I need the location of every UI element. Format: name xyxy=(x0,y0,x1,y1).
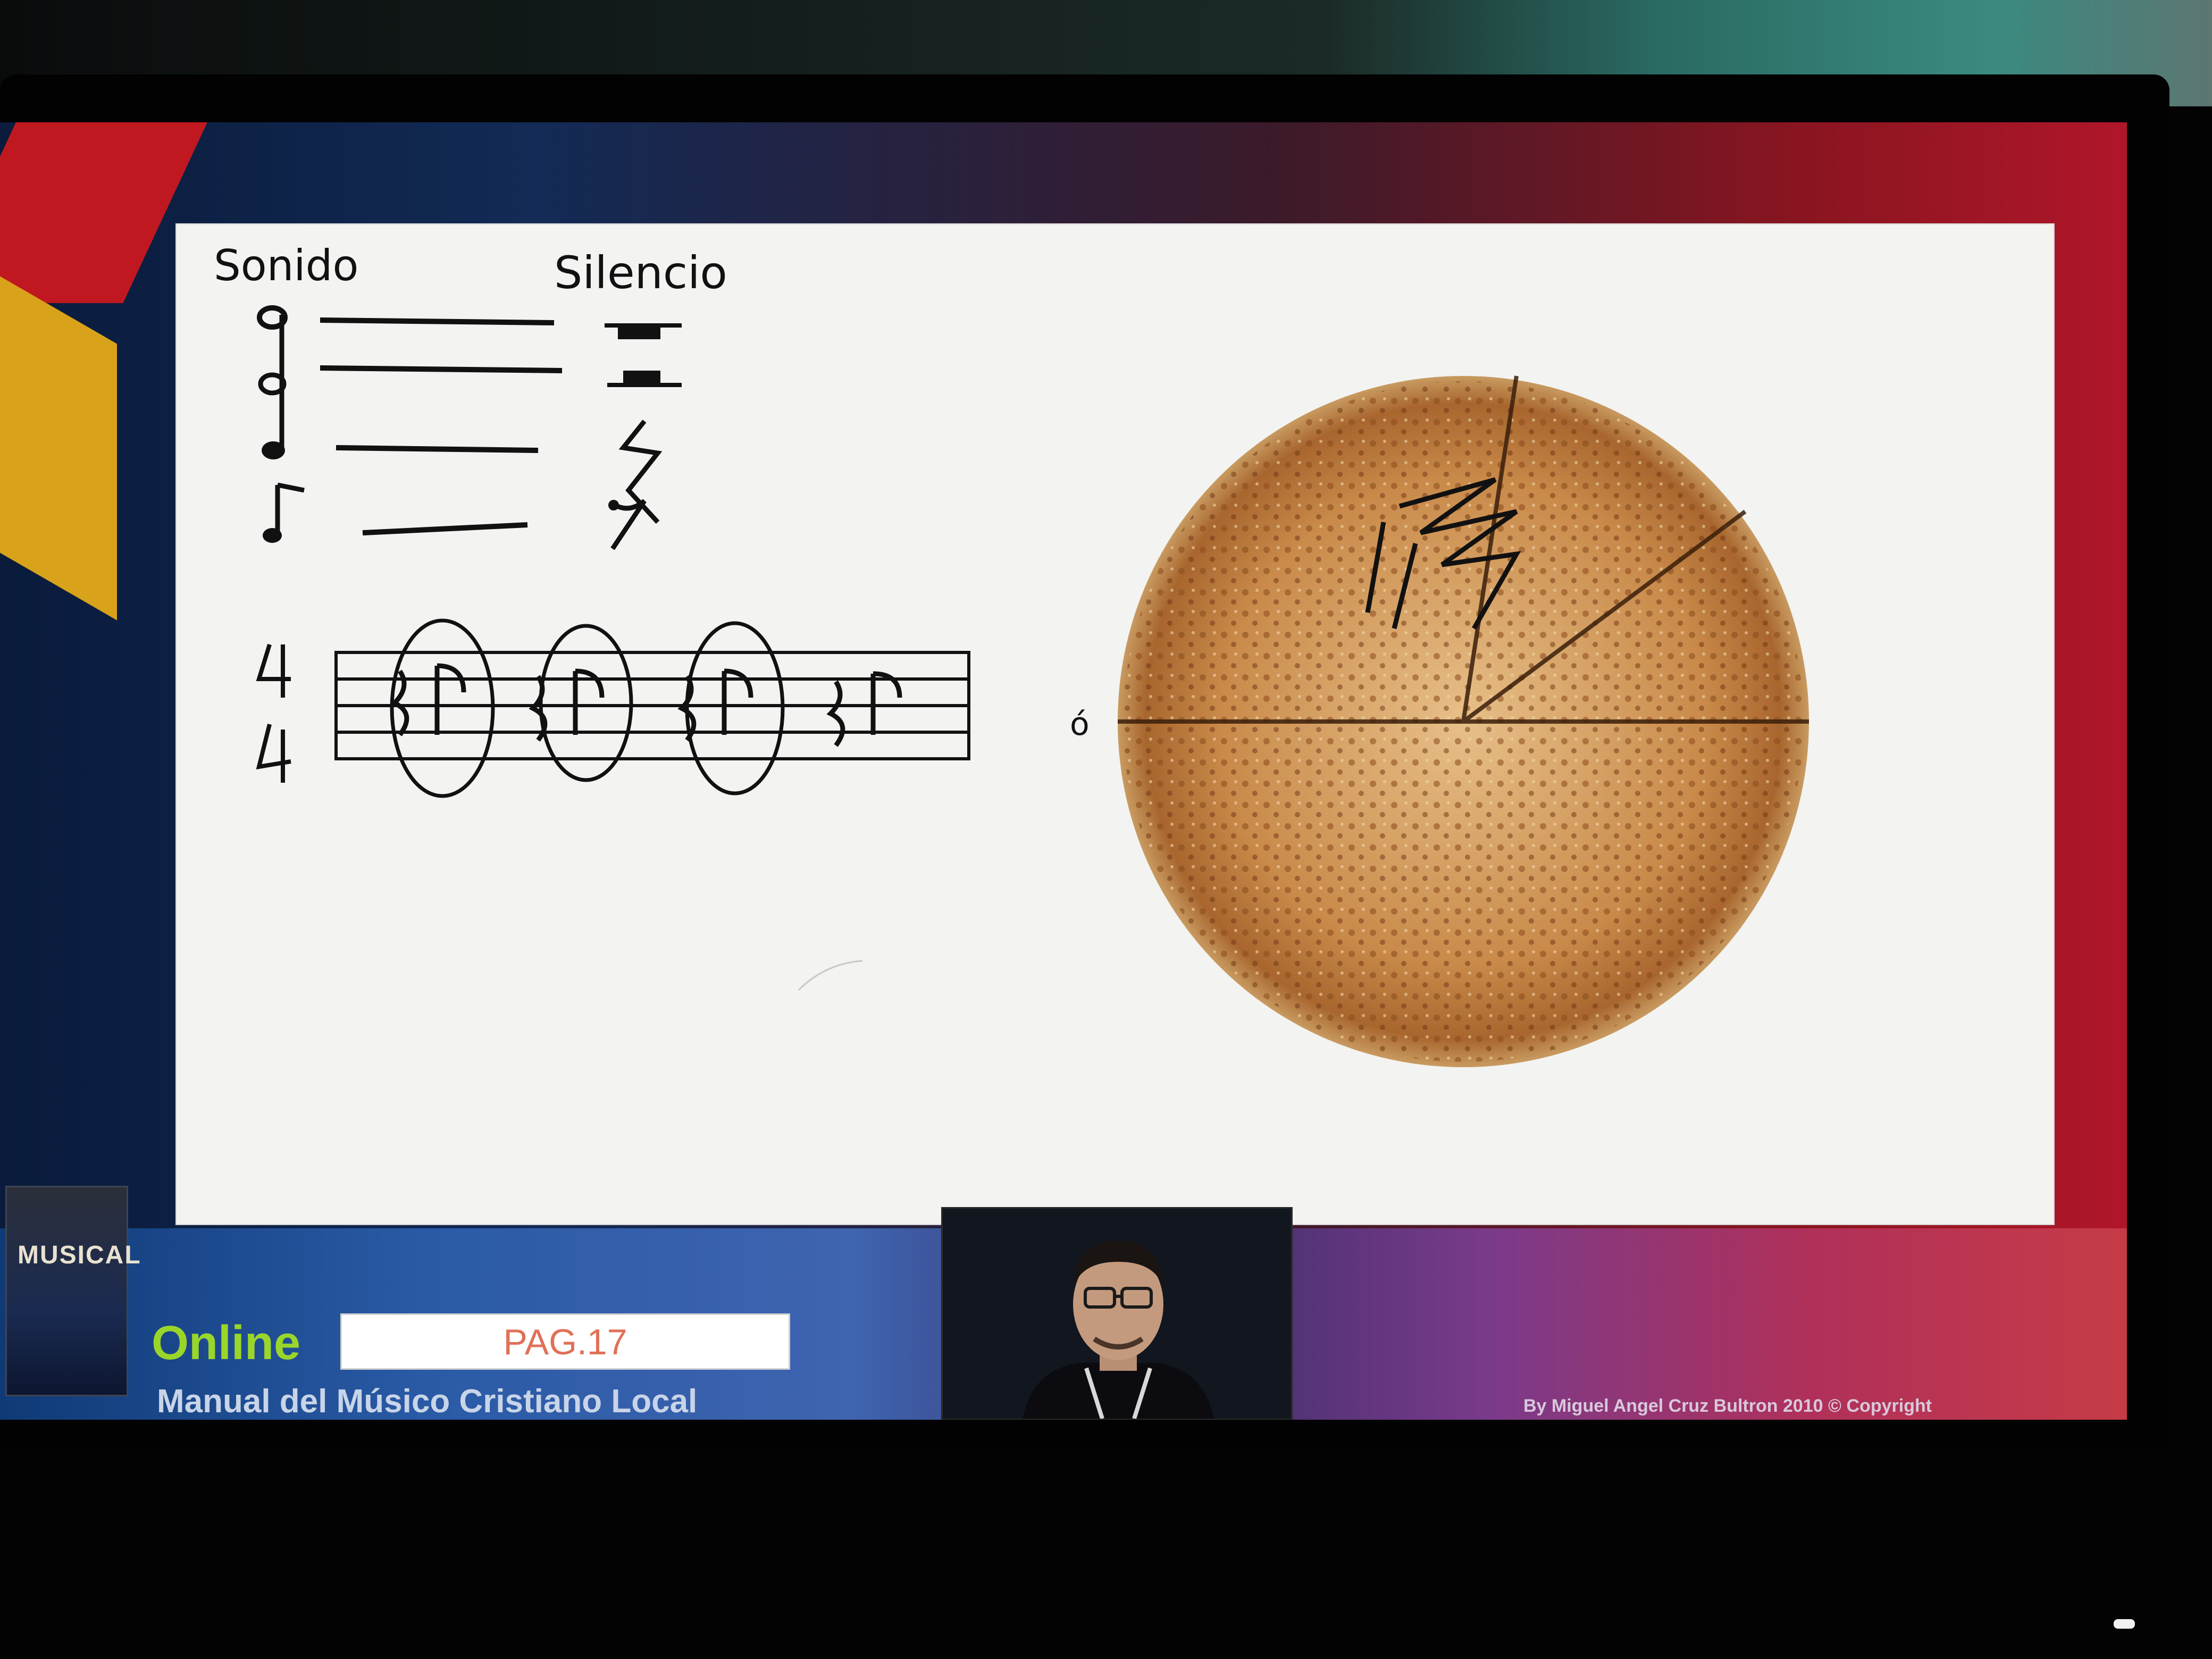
heading-sound: Sonido xyxy=(214,241,358,290)
whole-note-row xyxy=(257,305,682,339)
separator-text: ó xyxy=(1070,706,1090,743)
eighth-note-row xyxy=(263,482,647,550)
heading-silence: Silencio xyxy=(554,247,727,299)
whiteboard-drawing: Sonido Silencio ó xyxy=(214,241,1809,1067)
webcam-feed xyxy=(941,1207,1293,1420)
online-label: Online xyxy=(152,1317,301,1370)
music-staff xyxy=(334,618,970,798)
presentation-screen: ▇▇▇▇▇ Sonido Silencio xyxy=(0,122,2127,1420)
time-signature xyxy=(256,643,291,783)
pizza-image xyxy=(1118,375,1809,1067)
monitor-power-light xyxy=(2114,1619,2135,1629)
manual-title: Manual del Músico Cristiano Local xyxy=(157,1383,698,1420)
copyright-credit: By Miguel Angel Cruz Bultron 2010 © Copy… xyxy=(1523,1396,1932,1416)
page-label: PAG.17 xyxy=(503,1322,627,1362)
presenter-video xyxy=(943,1209,1291,1419)
monitor-frame: ▇▇▇▇▇ Sonido Silencio xyxy=(0,74,2169,1452)
decorative-yellow-shape xyxy=(0,252,117,621)
whiteboard[interactable]: Sonido Silencio ó xyxy=(175,223,2055,1225)
book-cover-text: MUSICAL xyxy=(18,1241,141,1269)
quarter-note-row xyxy=(262,384,663,524)
book-cover-image: MUSICAL xyxy=(5,1186,140,1396)
page-indicator: PAG.17 xyxy=(340,1313,790,1370)
